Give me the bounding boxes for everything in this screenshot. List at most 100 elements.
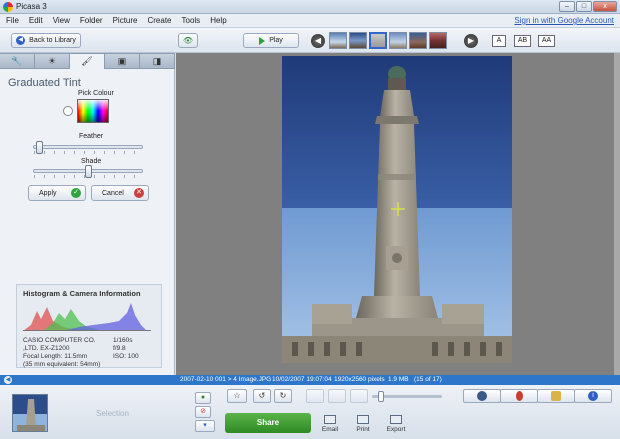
hold-pin-button[interactable]: ●	[195, 392, 211, 404]
aperture: f/9.8	[113, 345, 126, 352]
pick-colour-label: Pick Colour	[78, 90, 114, 97]
tray-thumbnail[interactable]	[12, 394, 48, 432]
share-button[interactable]: Share	[225, 413, 311, 433]
caption-size-medium-button[interactable]: AB	[514, 35, 531, 47]
filmstrip-thumbnail-current[interactable]	[369, 32, 387, 49]
cancel-button[interactable]: Cancel ✕	[91, 185, 149, 201]
star-icon: ☆	[233, 391, 241, 400]
tab-tuning[interactable]: ☀	[35, 53, 70, 69]
histogram-chart	[23, 303, 151, 331]
person-icon	[477, 391, 487, 401]
email-icon	[324, 415, 336, 424]
brush-icon: 🖌	[81, 56, 93, 66]
menu-file[interactable]: File	[6, 16, 19, 25]
export-button[interactable]: Export	[381, 415, 411, 433]
file-path: 2007-02-10 001 > 4 Image.JPG	[180, 376, 272, 383]
star-button[interactable]: ☆	[227, 389, 247, 403]
email-button[interactable]: Email	[315, 415, 345, 433]
rotate-right-button[interactable]: ↻	[274, 389, 292, 403]
back-to-library-button[interactable]: ◀ Back to Library	[11, 33, 81, 48]
iso: ISO: 100	[113, 353, 139, 360]
filmstrip-thumbnail[interactable]	[409, 32, 427, 49]
colonnade-window	[292, 342, 298, 356]
colonnade-window	[308, 342, 314, 356]
tray-thumbnail-image	[13, 395, 47, 431]
photo-position: (15 of 17)	[414, 376, 442, 383]
left-wing	[312, 304, 352, 324]
menu-view[interactable]: View	[53, 16, 70, 25]
cancel-x-icon: ✕	[134, 188, 144, 198]
photo-viewer[interactable]	[176, 53, 620, 375]
play-label: Play	[269, 37, 283, 44]
play-slideshow-button[interactable]: Play	[243, 33, 299, 48]
caption-size-small-button[interactable]: A	[492, 35, 506, 47]
tab-effects-1[interactable]: 🖌	[70, 53, 105, 69]
selection-label: Selection	[96, 409, 129, 418]
email-label: Email	[321, 426, 339, 433]
monument-base	[356, 296, 438, 318]
status-bar: ◀ 2007-02-10 001 > 4 Image.JPG 10/02/200…	[0, 375, 620, 385]
print-button[interactable]: Print	[348, 415, 378, 433]
previous-photo-icon[interactable]: ◀	[311, 34, 325, 48]
colonnade-window	[480, 342, 486, 356]
add-to-album-button[interactable]: ▾	[195, 420, 215, 432]
clear-icon: ⊘	[200, 408, 206, 415]
window-title: Picasa 3	[16, 2, 47, 11]
apply-button[interactable]: Apply ✓	[28, 185, 86, 201]
info-button[interactable]: i	[574, 389, 612, 403]
menu-tools[interactable]: Tools	[182, 16, 201, 25]
filmstrip-thumbnail[interactable]	[349, 32, 367, 49]
picasa-logo-icon	[3, 2, 13, 12]
people-button[interactable]	[463, 389, 501, 403]
colonnade-window	[496, 342, 502, 356]
monument-shaft	[374, 124, 420, 296]
slider-ticks	[34, 151, 142, 154]
viewer-scrollbar[interactable]	[614, 53, 620, 375]
tray-zoom-slider[interactable]	[372, 391, 442, 402]
shade-slider[interactable]	[33, 165, 143, 178]
places-button[interactable]	[500, 389, 538, 403]
close-button[interactable]: x	[593, 1, 617, 12]
minimize-button[interactable]: –	[559, 1, 575, 12]
shade-slider-thumb[interactable]	[85, 165, 92, 178]
tuning-icon: ☀	[47, 55, 57, 66]
toolbar: ◀ Back to Library 👁 Play ◀ ▶ A AB AA	[0, 28, 620, 53]
feather-slider[interactable]	[33, 141, 143, 154]
cancel-label: Cancel	[102, 189, 124, 197]
menu-edit[interactable]: Edit	[29, 16, 43, 25]
tab-effects-2[interactable]: ▣	[105, 53, 140, 69]
red-eye-button[interactable]: 👁	[178, 33, 198, 48]
photo[interactable]	[282, 56, 512, 363]
rotate-left-button[interactable]: ↺	[253, 389, 271, 403]
checkmark-icon: ✓	[71, 188, 81, 198]
tags-button[interactable]	[537, 389, 575, 403]
apply-label: Apply	[39, 189, 57, 197]
sign-in-link[interactable]: Sign in with Google Account	[514, 16, 614, 25]
filmstrip-thumbnail[interactable]	[429, 32, 447, 49]
tray-disabled-button	[350, 389, 368, 403]
tab-effects-3[interactable]: ◨	[140, 53, 175, 69]
next-photo-icon[interactable]: ▶	[464, 34, 478, 48]
tab-basic-fixes[interactable]: 🔧	[0, 53, 35, 69]
wrench-icon: 🔧	[11, 55, 23, 66]
maximize-button[interactable]: □	[576, 1, 592, 12]
title-bar: Picasa 3 – □ x	[0, 0, 620, 14]
menu-create[interactable]: Create	[147, 16, 171, 25]
image-dimensions: 1920x2560 pixels	[334, 376, 385, 383]
menu-help[interactable]: Help	[210, 16, 226, 25]
menu-picture[interactable]: Picture	[113, 16, 138, 25]
tray-zoom-thumb[interactable]	[378, 391, 384, 402]
edit-tabs: 🔧 ☀ 🖌 ▣ ◨	[0, 53, 175, 69]
filmstrip-thumbnail[interactable]	[329, 32, 347, 49]
filmstrip	[329, 32, 447, 49]
photo-tray: Selection ● ⊘ ▾ Share Email Print Export…	[0, 385, 620, 439]
colour-picker-swatch[interactable]	[77, 99, 109, 123]
colour-radio[interactable]	[63, 106, 73, 116]
colonnade-window	[448, 342, 454, 356]
menu-folder[interactable]: Folder	[80, 16, 103, 25]
filmstrip-thumbnail[interactable]	[389, 32, 407, 49]
caption-size-large-button[interactable]: AA	[538, 35, 555, 47]
collapse-tray-icon[interactable]: ◀	[4, 376, 12, 384]
feather-slider-thumb[interactable]	[36, 141, 43, 154]
clear-selection-button[interactable]: ⊘	[195, 406, 211, 418]
